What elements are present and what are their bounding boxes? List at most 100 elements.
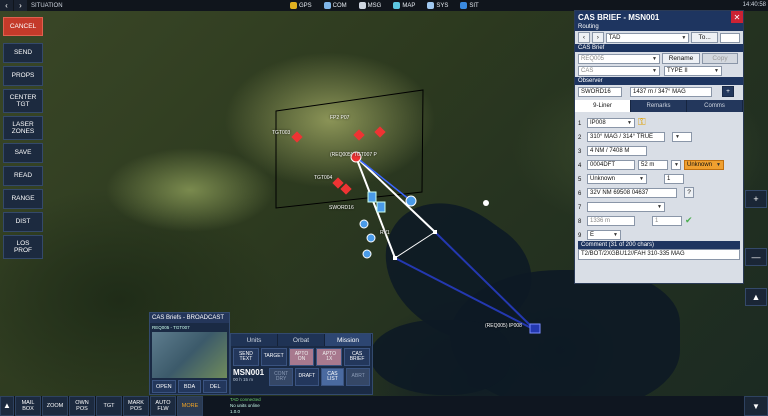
tab-9-liner[interactable]: 9-Liner — [575, 100, 631, 112]
mailbox-button[interactable]: MAIL BOX — [15, 396, 41, 416]
next-arrow-icon[interactable]: › — [591, 32, 604, 43]
menu-up-icon[interactable]: ▲ — [0, 396, 14, 416]
offset-field[interactable]: ▼ — [672, 132, 692, 142]
clock: 14:40:58 — [742, 2, 766, 8]
target-marker — [374, 126, 386, 138]
ingress-line — [434, 231, 536, 331]
help-icon[interactable]: ? — [684, 187, 694, 198]
apto-1x-button[interactable]: APTO 1X — [316, 348, 343, 366]
line8-direction-field[interactable]: 1 — [652, 216, 682, 226]
own-pos-button[interactable]: OWN POS — [69, 396, 95, 416]
line5-count-field[interactable]: 1 — [664, 174, 684, 184]
tab-units[interactable]: Units — [231, 334, 278, 346]
check-icon[interactable]: ✔ — [685, 215, 693, 226]
key-icon[interactable]: ⚿ — [638, 117, 646, 128]
cas-brief-header: CAS BRIEF - MSN001 ✕ — [575, 11, 743, 23]
map-status[interactable]: MAP — [387, 0, 421, 11]
line5-description-field[interactable]: Unknown ▼ — [587, 174, 647, 184]
to-button[interactable]: To... — [691, 32, 719, 43]
line4-status-select[interactable]: Unknown ▼ — [684, 160, 724, 170]
left-toolbar: CANCEL SEND PROPS CENTER TGT LASER ZONES… — [3, 17, 43, 262]
waypoint-marker — [393, 256, 397, 260]
broadcast-row[interactable]: REQ005 - TGT007 — [150, 323, 229, 331]
abort-button[interactable]: ABRT — [346, 368, 370, 386]
target-marker — [353, 129, 365, 141]
zoom-in-button[interactable]: + — [745, 190, 767, 208]
tab-comms[interactable]: Comms — [687, 100, 743, 112]
line8-friendlies-field[interactable]: 1336 m — [587, 216, 635, 226]
los-prof-button[interactable]: LOS PROF — [3, 235, 43, 259]
open-button[interactable]: OPEN — [152, 380, 176, 393]
prev-arrow-icon[interactable]: ‹ — [578, 32, 590, 43]
com-icon — [323, 2, 331, 9]
delete-button[interactable]: DEL — [203, 380, 228, 393]
cancel-button[interactable]: CANCEL — [3, 17, 43, 36]
to-field[interactable] — [720, 32, 740, 43]
tab-remarks[interactable]: Remarks — [631, 100, 687, 112]
gps-status[interactable]: GPS — [284, 0, 318, 11]
map-label-observer: SWORD16 — [329, 205, 354, 211]
back-arrow-icon[interactable]: ‹ — [0, 0, 13, 11]
msg-status[interactable]: MSG — [353, 0, 388, 11]
comment-field[interactable]: T2/BOT/2XGBU12//FAH 310-335 MAG — [578, 249, 740, 260]
scroll-down-icon[interactable]: ▼ — [744, 396, 768, 416]
com-status[interactable]: COM — [318, 0, 353, 11]
draft-button[interactable]: DRAFT — [294, 368, 319, 386]
map-label-ip: (REQ005) IP008 — [485, 323, 522, 329]
mission-duration: 00 h 15 m — [233, 377, 254, 382]
tab-mission[interactable]: Mission — [325, 334, 372, 346]
line7-mark-field[interactable]: ▼ — [587, 202, 665, 212]
mark-pos-button[interactable]: MARK POS — [123, 396, 149, 416]
message-icon — [358, 2, 366, 9]
laser-zones-button[interactable]: LASER ZONES — [3, 116, 43, 140]
map-label-tgt004: TGT004 — [314, 175, 333, 181]
send-button[interactable]: SEND — [3, 43, 43, 63]
brief-type-field[interactable]: CAS ▼ — [578, 66, 660, 76]
more-button[interactable]: MORE — [177, 396, 203, 416]
apto-on-button[interactable]: APTO ON — [288, 348, 315, 366]
cont-dry-button[interactable]: CONT DRY — [269, 368, 293, 386]
line4-unit-dropdown[interactable]: ▼ — [671, 160, 681, 170]
center-tgt-button[interactable]: CENTER TGT — [3, 89, 43, 113]
zoom-out-button[interactable]: — — [745, 248, 767, 266]
mission-panel: Units Orbat Mission SEND TEXT TARGET APT… — [230, 333, 373, 395]
friendly-marker — [362, 249, 372, 259]
cas-type-select[interactable]: TYPE II ▼ — [664, 66, 722, 76]
engagement-line — [394, 231, 436, 259]
save-button[interactable]: SAVE — [3, 143, 43, 163]
rename-button[interactable]: Rename — [662, 53, 700, 64]
line6-location-field[interactable]: 32V NM 69508 04637 — [587, 188, 677, 198]
bda-button[interactable]: BDA — [177, 380, 202, 393]
dist-button[interactable]: DIST — [3, 212, 43, 232]
zoom-button[interactable]: ZOOM — [42, 396, 68, 416]
tgt-button[interactable]: TGT — [96, 396, 122, 416]
read-button[interactable]: READ — [3, 166, 43, 186]
props-button[interactable]: PROPS — [3, 66, 43, 86]
situation-icon — [460, 2, 468, 9]
line1-ip-field[interactable]: IP008 ▼ — [587, 118, 635, 128]
target-button[interactable]: TARGET — [260, 348, 287, 366]
forward-arrow-icon[interactable]: › — [14, 0, 27, 11]
sit-status[interactable]: SIT — [454, 0, 484, 11]
send-text-button[interactable]: SEND TEXT — [233, 348, 259, 366]
line2-heading-field[interactable]: 310° MAG / 314° TRUE — [587, 132, 665, 142]
tab-orbat[interactable]: Orbat — [278, 334, 325, 346]
routing-select[interactable]: TAD ▼ — [605, 32, 690, 43]
auto-flw-button[interactable]: AUTO FLW — [150, 396, 176, 416]
connection-status: TAD connected No units online 1.0.0 — [230, 397, 261, 414]
line3-distance-field[interactable]: 4 NM / 7408 M — [587, 146, 647, 156]
cas-list-button[interactable]: CAS LIST — [320, 368, 345, 386]
range-button[interactable]: RANGE — [3, 189, 43, 209]
map-icon — [393, 2, 401, 9]
line4-elevation-field[interactable]: 0004DFT — [587, 160, 635, 170]
observer-name-field[interactable]: SWORD16 — [578, 86, 622, 97]
line9-egress-field[interactable]: E ▼ — [587, 230, 621, 240]
add-icon[interactable]: + — [722, 86, 734, 97]
sys-status[interactable]: SYS — [421, 0, 454, 11]
cas-brief-button[interactable]: CAS BRIEF — [344, 348, 370, 366]
copy-button[interactable]: Copy — [702, 53, 738, 64]
line4-height-field[interactable]: 52 m — [638, 160, 668, 170]
close-icon[interactable]: ✕ — [731, 11, 743, 23]
brief-name-field[interactable]: REQ005 ▼ — [578, 53, 660, 64]
scroll-up-icon[interactable]: ▲ — [745, 288, 767, 306]
